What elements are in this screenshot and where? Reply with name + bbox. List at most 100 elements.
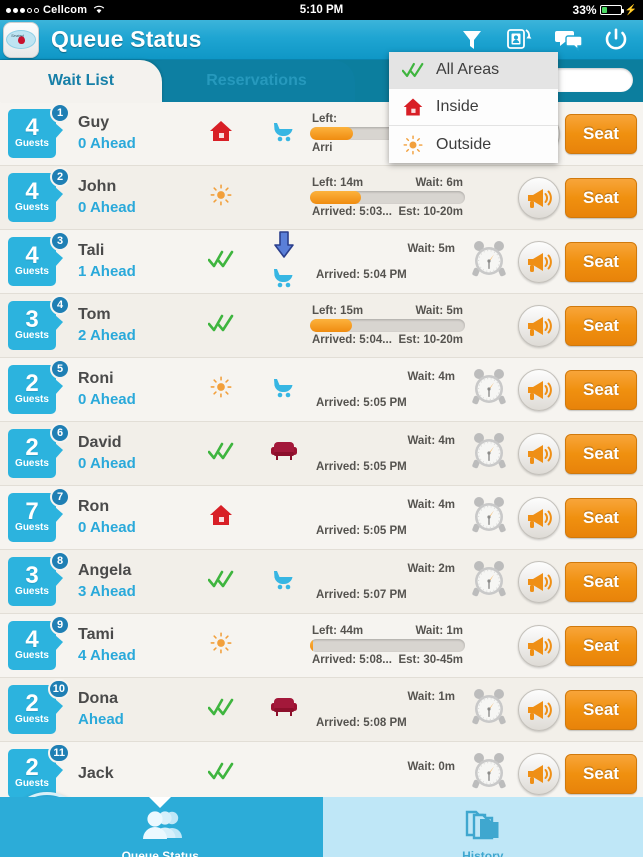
notify-cell xyxy=(513,304,565,347)
notify-cell xyxy=(513,368,565,411)
guest-count-badge: 7 Guests 7 xyxy=(8,487,70,542)
seat-button[interactable]: Seat xyxy=(565,689,637,730)
battery-icon xyxy=(599,5,624,15)
megaphone-button[interactable] xyxy=(518,496,560,539)
seat-button[interactable]: Seat xyxy=(565,433,637,474)
filter-icon[interactable] xyxy=(459,27,485,53)
estimate-label: Est: 10-20m xyxy=(398,334,463,346)
guest-count-label: Guests xyxy=(15,586,49,597)
wait-progress-bar xyxy=(310,191,465,204)
bottom-tab-history[interactable]: History xyxy=(322,797,643,857)
megaphone-button[interactable] xyxy=(518,560,560,603)
dropdown-item-all areas[interactable]: All Areas xyxy=(389,52,558,89)
party-tags-cell xyxy=(258,697,310,722)
table-row[interactable]: 2 Guests 11 Jack Wait: 0m Seat xyxy=(0,742,643,797)
arrived-label: Arrived: 5:04... xyxy=(312,334,392,346)
table-row[interactable]: 4 Guests 3 Tali 1 Ahead Wait: 5m Arrived… xyxy=(0,230,643,294)
row-timing-bottom: Arrived: 5:05 PM xyxy=(310,525,465,537)
area-filter-dropdown[interactable]: All Areas Inside Outside xyxy=(389,52,558,163)
power-icon[interactable] xyxy=(603,27,629,53)
megaphone-button[interactable] xyxy=(518,368,560,411)
row-timing-cell: Wait: 0m xyxy=(310,761,465,787)
table-row[interactable]: 2 Guests 6 David 0 Ahead Wait: 4m Arrive… xyxy=(0,422,643,486)
down-arrow-icon xyxy=(272,230,296,264)
row-timing-top: Left: 14m Wait: 6m xyxy=(310,177,465,189)
seat-button[interactable]: Seat xyxy=(565,753,637,794)
row-timing-bottom: Arrived: 5:05 PM xyxy=(310,397,465,409)
megaphone-button[interactable] xyxy=(518,432,560,475)
timer-cell xyxy=(465,366,513,413)
sun-icon xyxy=(402,135,424,155)
dropdown-item-inside[interactable]: Inside xyxy=(389,89,558,126)
table-row[interactable]: 2 Guests 5 Roni 0 Ahead Wait: 4m Arrived… xyxy=(0,358,643,422)
arrived-label: Arrived: 5:05 PM xyxy=(316,524,407,537)
megaphone-button[interactable] xyxy=(518,752,560,795)
add-contact-icon[interactable] xyxy=(505,27,535,53)
timer-cell xyxy=(465,750,513,797)
wait-list[interactable]: 4 Guests 1 Guy 0 Ahead Left: Arri Seat 4… xyxy=(0,102,643,797)
armchair-icon xyxy=(270,441,298,466)
seat-button[interactable]: Seat xyxy=(565,241,637,282)
seat-button[interactable]: Seat xyxy=(565,369,637,410)
double-check-icon xyxy=(207,760,234,787)
tab-wait-list[interactable]: Wait List xyxy=(0,60,162,102)
megaphone-button[interactable] xyxy=(518,240,560,283)
app-logo[interactable]: Seated xyxy=(3,21,39,58)
guest-count-label: Guests xyxy=(15,138,49,149)
guest-count-badge: 4 Guests 1 xyxy=(8,103,70,158)
megaphone-button[interactable] xyxy=(518,688,560,731)
tab-wait-list-label: Wait List xyxy=(47,72,115,89)
party-info: David 0 Ahead xyxy=(78,433,183,475)
seat-button[interactable]: Seat xyxy=(565,625,637,666)
megaphone-button[interactable] xyxy=(518,304,560,347)
guest-count-badge: 3 Guests 8 xyxy=(8,551,70,606)
status-bar-clock: 5:10 PM xyxy=(299,4,344,16)
party-tags-cell xyxy=(258,441,310,466)
queue-position-badge: 11 xyxy=(48,743,70,763)
party-info: Guy 0 Ahead xyxy=(78,113,183,155)
parties-ahead-label: 0 Ahead xyxy=(78,198,136,216)
row-timing-bottom: Arrived: 5:07 PM xyxy=(310,589,465,601)
table-row[interactable]: 4 Guests 9 Tami 4 Ahead Left: 44m Wait: … xyxy=(0,614,643,678)
chat-icon[interactable] xyxy=(555,28,583,52)
party-name: John xyxy=(78,177,117,195)
row-timing-top: Wait: 0m xyxy=(310,761,465,773)
party-name: Roni xyxy=(78,369,114,387)
party-tags-cell xyxy=(258,120,310,147)
seat-button[interactable]: Seat xyxy=(565,497,637,538)
dropdown-item-outside[interactable]: Outside xyxy=(389,126,558,163)
status-bar: Cellcom 5:10 PM 33% ⚡ xyxy=(0,0,643,20)
guest-count-badge: 2 Guests 11 xyxy=(8,743,70,797)
seat-button[interactable]: Seat xyxy=(565,561,637,602)
seat-button[interactable]: Seat xyxy=(565,177,637,218)
table-row[interactable]: 7 Guests 7 Ron 0 Ahead Wait: 4m Arrived:… xyxy=(0,486,643,550)
seat-cell: Seat xyxy=(565,369,643,410)
status-bar-right: 33% ⚡ xyxy=(573,3,637,17)
table-row[interactable]: 3 Guests 4 Tom 2 Ahead Left: 15m Wait: 5… xyxy=(0,294,643,358)
row-timing-top: Wait: 2m xyxy=(310,563,465,575)
notify-cell xyxy=(513,624,565,667)
queue-position-badge: 2 xyxy=(50,167,70,187)
row-timing-cell: Left: 14m Wait: 6m Arrived: 5:03... Est:… xyxy=(310,177,465,218)
table-row[interactable]: 3 Guests 8 Angela 3 Ahead Wait: 2m Arriv… xyxy=(0,550,643,614)
guest-count-value: 4 xyxy=(25,114,39,141)
megaphone-button[interactable] xyxy=(518,176,560,219)
guest-count-badge: 2 Guests 5 xyxy=(8,359,70,414)
guest-count-badge: 4 Guests 3 xyxy=(8,231,70,286)
seat-cell: Seat xyxy=(565,305,643,346)
seat-button[interactable]: Seat xyxy=(565,305,637,346)
area-preference-cell xyxy=(183,376,258,403)
house-icon xyxy=(208,119,234,148)
dropdown-item-label: All Areas xyxy=(436,61,500,78)
table-row[interactable]: 2 Guests 10 Dona Ahead Wait: 1m Arrived:… xyxy=(0,678,643,742)
parties-ahead-label: 4 Ahead xyxy=(78,646,136,664)
megaphone-button[interactable] xyxy=(518,624,560,667)
seat-button[interactable]: Seat xyxy=(565,113,637,154)
area-preference-cell xyxy=(183,696,258,723)
table-row[interactable]: 4 Guests 2 John 0 Ahead Left: 14m Wait: … xyxy=(0,166,643,230)
row-timing-top: Wait: 1m xyxy=(310,691,465,703)
row-timing-bottom: Arrived: 5:03... Est: 10-20m xyxy=(310,206,465,218)
bottom-tab-queue-status[interactable]: Queue Status xyxy=(0,797,321,857)
row-timing-top: Left: 44m Wait: 1m xyxy=(310,625,465,637)
tab-reservations[interactable]: Reservations xyxy=(140,60,355,102)
